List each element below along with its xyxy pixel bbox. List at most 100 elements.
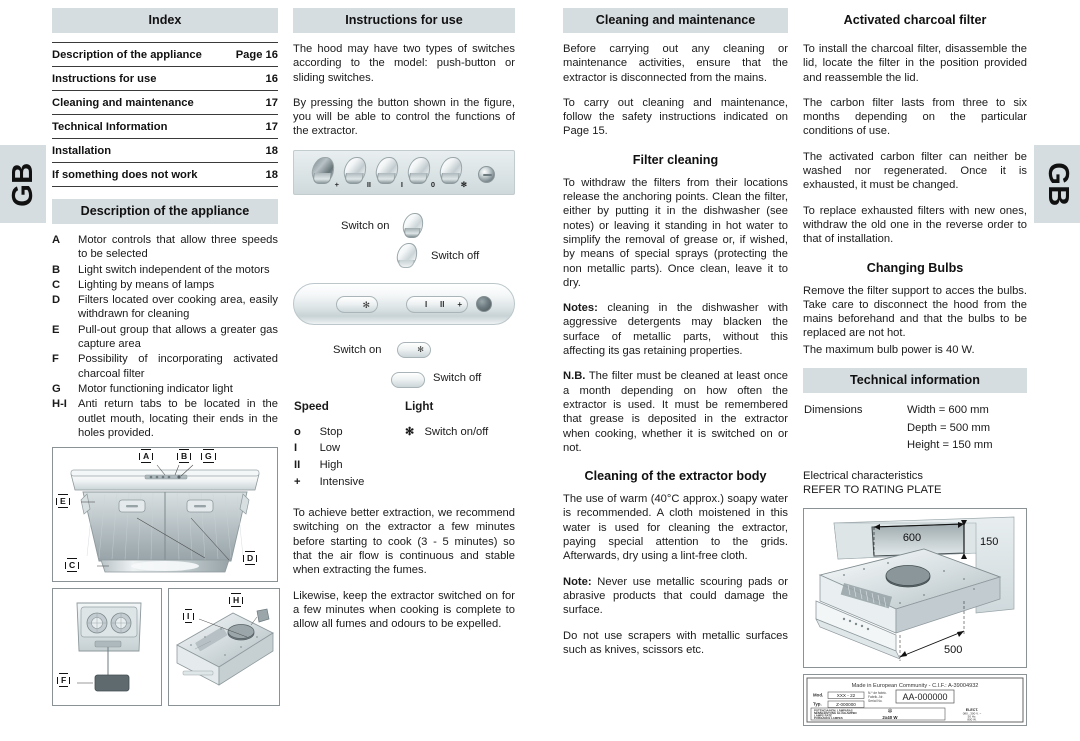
- instructions-paragraph: The hood may have two types of switches …: [293, 43, 515, 84]
- index-label: Description of the appliance: [52, 49, 202, 61]
- figure-hood-top-view: H I: [168, 588, 280, 707]
- technical-information-heading: Technical information: [803, 368, 1027, 394]
- rating-plate-lamp-line: PUISSANCE LAMPES: [814, 716, 843, 720]
- light-column-header: Light: [404, 399, 434, 413]
- callout-D: D: [243, 551, 258, 566]
- language-tab-right: GB: [1034, 145, 1080, 223]
- list-item: A Motor controls that allow three speeds…: [52, 233, 278, 263]
- column-cleaning: Cleaning and maintenance Before carrying…: [563, 8, 788, 657]
- push-button-high[interactable]: II: [342, 156, 371, 189]
- item-key: D: [52, 294, 61, 307]
- speed-label: Intensive: [319, 475, 365, 488]
- rating-plate-typ-label: Typ.: [813, 701, 822, 706]
- table-row[interactable]: Technical Information 17: [52, 115, 278, 139]
- dimensions-table: Dimensions Width = 600 mm Depth = 500 mm…: [803, 402, 1027, 455]
- index-page: 17: [265, 97, 278, 109]
- figure-dimension-drawing: 600 150 500: [803, 507, 1027, 668]
- push-button-mark: I: [400, 179, 403, 189]
- rating-plate-typ-value: Z-000000: [836, 702, 856, 707]
- dimension-label-height: 150: [980, 536, 998, 548]
- rating-plate-serial-label-3: Serial No.: [868, 699, 883, 703]
- item-text: Motor functioning indicator light: [78, 382, 233, 395]
- index-label: If something does not work: [52, 169, 198, 181]
- push-switch-off-icon: [395, 242, 420, 270]
- list-item: F Possibility of incorporating activated…: [52, 352, 278, 382]
- figure-slide-switch-off: Switch off: [293, 363, 515, 397]
- item-text: Lighting by means of lamps: [78, 278, 215, 291]
- speed-light-table: Speed Light o Stop ✻ Switch on/off I Low: [293, 399, 515, 490]
- item-text: Possibility of incorporating activated c…: [78, 353, 278, 380]
- switch-off-label: Switch off: [431, 249, 480, 262]
- index-label: Technical Information: [52, 121, 168, 133]
- body-cleaning-final: Do not use scrapers with metallic surfac…: [563, 629, 788, 656]
- figure-push-switch-off: Switch off: [293, 241, 515, 275]
- speed-symbol: I: [294, 442, 298, 455]
- push-button-stop[interactable]: 0: [406, 156, 435, 188]
- callout-A: A: [139, 449, 154, 464]
- speed-symbol: o: [294, 425, 301, 438]
- table-row[interactable]: Cleaning and maintenance 17: [52, 91, 278, 115]
- index-page: 18: [265, 169, 278, 181]
- manual-page: GB GB Index Description of the appliance…: [0, 0, 1080, 741]
- light-label: Switch on/off: [424, 425, 489, 438]
- speed-tick: +: [457, 299, 462, 309]
- note-text: Never use metallic scouring pads or abra…: [563, 575, 788, 617]
- charcoal-paragraph: The activated carbon filter can neither …: [803, 150, 1027, 192]
- charcoal-paragraph: To install the charcoal filter, disassem…: [803, 43, 1027, 84]
- speed-ticks: I II +: [425, 297, 462, 312]
- figure-rating-plate: Made in European Community - C.I.F.: A-3…: [803, 673, 1027, 726]
- filter-cleaning-nb: N.B. The filter must be cleaned at least…: [563, 369, 788, 455]
- description-heading: Description of the appliance: [52, 199, 278, 224]
- switch-on-label: Switch on: [333, 343, 382, 356]
- column-instructions: Instructions for use The hood may have t…: [293, 8, 515, 632]
- rating-plate-diagram: Made in European Community - C.I.F.: A-3…: [806, 677, 1024, 723]
- item-key: H-I: [52, 398, 67, 411]
- callout-I: I: [183, 609, 194, 624]
- index-label: Installation: [52, 145, 112, 157]
- switch-on-label: Switch on: [341, 219, 390, 232]
- list-item: D Filters located over cooking area, eas…: [52, 293, 278, 323]
- dimensions-label: Dimensions: [804, 404, 863, 417]
- slide-switch-light[interactable]: [336, 295, 378, 313]
- figure-push-button-panel: + II I 0 ✻: [293, 149, 515, 195]
- nb-label: N.B.: [563, 370, 586, 383]
- item-text: Anti return tabs to be located in the ou…: [78, 398, 278, 439]
- table-row[interactable]: Description of the appliance Page 16: [52, 42, 278, 67]
- speed-symbol: +: [294, 475, 301, 488]
- filter-cleaning-heading: Filter cleaning: [632, 152, 719, 167]
- language-tab-left-label: GB: [6, 161, 39, 207]
- cleaning-heading: Cleaning and maintenance: [563, 8, 788, 33]
- callout-B: B: [177, 449, 192, 464]
- index-label: Cleaning and maintenance: [52, 97, 194, 109]
- slide-switch-on-icon: [397, 341, 431, 358]
- body-cleaning-note: Note: Never use metallic scouring pads o…: [563, 575, 788, 618]
- push-button-mark: II: [366, 179, 371, 189]
- item-text: Filters located over cooking area, easil…: [78, 294, 278, 321]
- push-button-intensive[interactable]: +: [310, 156, 339, 189]
- table-row[interactable]: If something does not work 18: [52, 163, 278, 187]
- table-row: I Low: [293, 440, 515, 457]
- push-button-low[interactable]: I: [374, 156, 403, 189]
- slide-switch-speed[interactable]: I II +: [406, 295, 468, 313]
- index-page: 16: [265, 73, 278, 85]
- cleaning-paragraph: To carry out cleaning and maintenance, f…: [563, 96, 788, 138]
- push-button-mark: +: [334, 179, 339, 189]
- index-table: Description of the appliance Page 16 Ins…: [52, 42, 278, 187]
- switch-off-label: Switch off: [433, 371, 482, 384]
- index-page: 17: [265, 121, 278, 133]
- index-page: 18: [265, 145, 278, 157]
- table-row[interactable]: Instructions for use 16: [52, 67, 278, 91]
- push-button-light[interactable]: ✻: [438, 156, 467, 188]
- column-index: Index Description of the appliance Page …: [52, 8, 280, 707]
- instructions-paragraph: By pressing the button shown in the figu…: [293, 96, 515, 138]
- item-key: F: [52, 353, 59, 366]
- table-row[interactable]: Installation 18: [52, 139, 278, 163]
- callout-E: E: [56, 494, 70, 509]
- rating-plate-header: Made in European Community - C.I.F.: A-3…: [852, 683, 979, 689]
- callout-G: G: [201, 449, 216, 464]
- body-cleaning-paragraph: The use of warm (40°C approx.) soapy wat…: [563, 493, 788, 563]
- list-item: C Lighting by means of lamps: [52, 278, 278, 293]
- list-item: G Motor functioning indicator light: [52, 382, 278, 397]
- indicator-lamp-icon: [476, 295, 492, 312]
- index-label: Instructions for use: [52, 73, 157, 85]
